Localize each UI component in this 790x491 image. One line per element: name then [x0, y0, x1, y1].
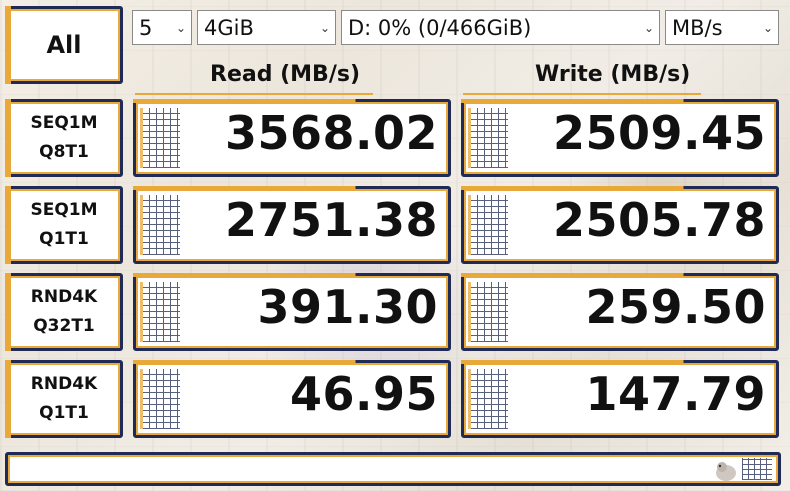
read-value: 2751.38 [224, 193, 438, 247]
meter-grid [468, 195, 508, 255]
meter-grid [468, 282, 508, 342]
header-divider [135, 93, 373, 95]
seq1m-q8t1-read-result: 3568.02 [133, 99, 451, 177]
meter-grid [742, 458, 772, 480]
write-column-header: Write (MB/s) [535, 62, 691, 87]
write-value: 2509.45 [552, 106, 766, 160]
seq1m-q8t1-button[interactable]: SEQ1M Q8T1 [5, 99, 123, 177]
chevron-down-icon: ⌄ [319, 21, 330, 35]
status-bar [5, 452, 781, 486]
test-size-value: 4GiB [204, 15, 254, 40]
chevron-down-icon: ⌄ [175, 21, 186, 35]
rnd4k-q32t1-write-result: 259.50 [461, 273, 779, 351]
read-value: 391.30 [257, 280, 438, 334]
mascot-icon [716, 462, 736, 481]
chevron-down-icon: ⌄ [643, 21, 654, 35]
write-value: 147.79 [585, 367, 766, 421]
row-label-line2: Q1T1 [39, 403, 89, 423]
unit-value: MB/s [672, 15, 723, 40]
row-label-line1: RND4K [30, 374, 98, 394]
write-value: 2505.78 [552, 193, 766, 247]
chevron-down-icon: ⌄ [762, 21, 773, 35]
test-count-select[interactable]: 5 ⌄ [132, 10, 192, 45]
row-label-line1: SEQ1M [30, 200, 98, 220]
row-label-line1: RND4K [30, 287, 98, 307]
rnd4k-q32t1-button[interactable]: RND4K Q32T1 [5, 273, 123, 351]
read-column-header: Read (MB/s) [210, 62, 361, 87]
unit-select[interactable]: MB/s ⌄ [665, 10, 779, 45]
row-label-line2: Q32T1 [33, 316, 95, 336]
row-label-line2: Q8T1 [39, 142, 89, 162]
meter-grid [140, 369, 180, 429]
rnd4k-q1t1-read-result: 46.95 [133, 360, 451, 438]
read-value: 46.95 [289, 367, 438, 421]
meter-grid [140, 108, 180, 168]
drive-select[interactable]: D: 0% (0/466GiB) ⌄ [341, 10, 660, 45]
header-divider [463, 93, 701, 95]
test-count-value: 5 [139, 15, 153, 40]
write-value: 259.50 [585, 280, 766, 334]
rnd4k-q32t1-read-result: 391.30 [133, 273, 451, 351]
test-size-select[interactable]: 4GiB ⌄ [197, 10, 336, 45]
meter-grid [140, 282, 180, 342]
all-button[interactable]: All [5, 6, 123, 84]
seq1m-q1t1-read-result: 2751.38 [133, 186, 451, 264]
seq1m-q1t1-button[interactable]: SEQ1M Q1T1 [5, 186, 123, 264]
meter-grid [140, 195, 180, 255]
meter-grid [468, 108, 508, 168]
seq1m-q8t1-write-result: 2509.45 [461, 99, 779, 177]
rnd4k-q1t1-write-result: 147.79 [461, 360, 779, 438]
row-label-line2: Q1T1 [39, 229, 89, 249]
read-value: 3568.02 [224, 106, 438, 160]
rnd4k-q1t1-button[interactable]: RND4K Q1T1 [5, 360, 123, 438]
row-label-line1: SEQ1M [30, 113, 98, 133]
drive-value: D: 0% (0/466GiB) [348, 15, 532, 40]
seq1m-q1t1-write-result: 2505.78 [461, 186, 779, 264]
meter-grid [468, 369, 508, 429]
